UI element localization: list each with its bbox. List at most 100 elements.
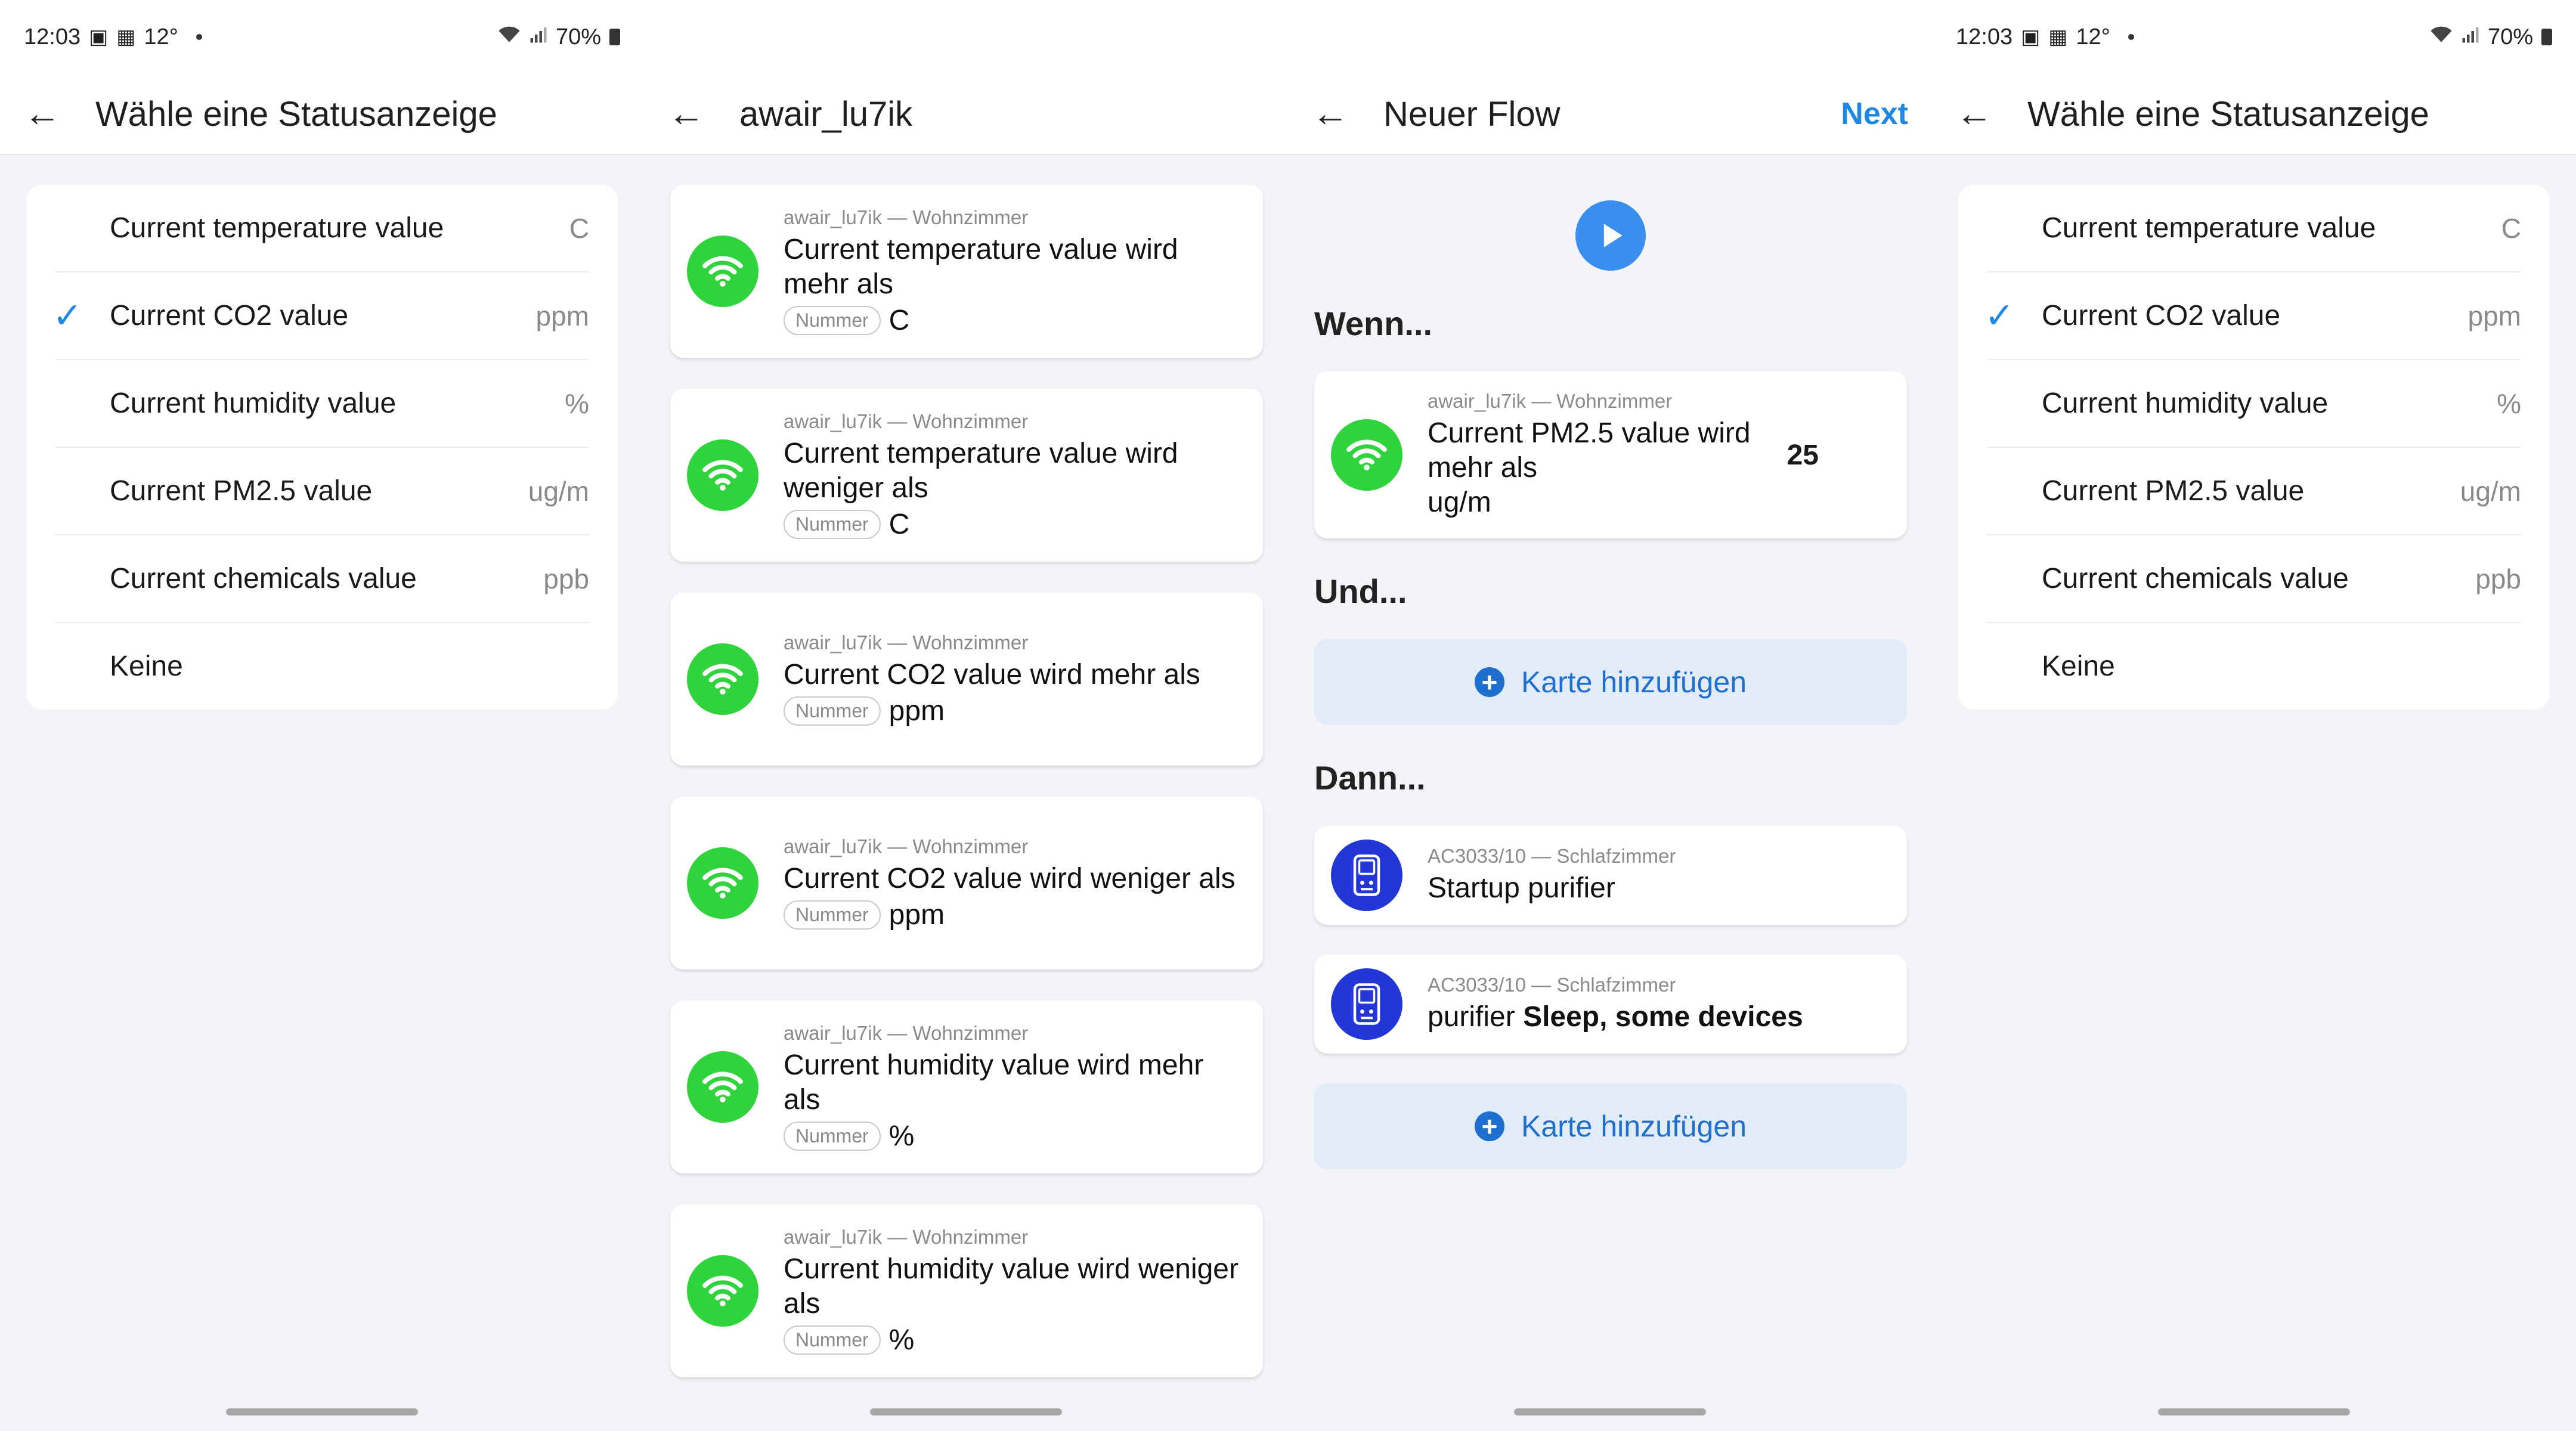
number-pill: Nummer — [784, 696, 881, 726]
page-title: Wähle eine Statusanzeige — [2027, 94, 2429, 134]
status-option[interactable]: Current PM2.5 value ug/m — [55, 448, 589, 535]
trigger-card[interactable]: awair_lu7ik — Wohnzimmer Current humidity… — [670, 1204, 1263, 1377]
home-indicator[interactable] — [1514, 1408, 1706, 1415]
plus-icon: + — [1474, 1111, 1504, 1141]
play-button[interactable] — [1575, 200, 1646, 271]
status-option[interactable]: Keine — [55, 623, 589, 710]
app-bar: ← awair_lu7ik — [644, 74, 1288, 155]
temperature: 12° — [2076, 24, 2110, 49]
card-device-meta: awair_lu7ik — Wohnzimmer — [784, 1021, 1029, 1044]
temperature: 12° — [144, 24, 178, 49]
when-card[interactable]: awair_lu7ik — Wohnzimmer Current PM2.5 v… — [1314, 371, 1907, 538]
trigger-card[interactable]: awair_lu7ik — Wohnzimmer Current CO2 valu… — [670, 593, 1263, 766]
trigger-card-body: awair_lu7ik — Wohnzimmer Current humidity… — [784, 1022, 1246, 1153]
back-arrow-icon[interactable]: ← — [24, 95, 72, 132]
page-title: awair_lu7ik — [739, 94, 913, 134]
status-option-label: Current CO2 value — [110, 300, 349, 332]
card-footer: Nummer ppm — [784, 899, 1246, 931]
card-unit: C — [888, 508, 910, 540]
status-option-label: Keine — [110, 651, 183, 682]
card-trigger-name: Current PM2.5 value wird mehr als — [1428, 417, 1751, 484]
battery-icon — [609, 29, 620, 45]
clock: 12:03 — [1956, 24, 2013, 49]
trigger-card[interactable]: awair_lu7ik — Wohnzimmer Current CO2 valu… — [670, 797, 1263, 970]
trigger-card-body: awair_lu7ik — Wohnzimmer Current temperat… — [784, 410, 1246, 541]
status-bar: 12:03 ▣ ▦ 12° 70% — [1932, 0, 2576, 74]
card-action-name: Startup purifier — [1428, 871, 1890, 906]
then-action-card[interactable]: AC3033/10 — Schlafzimmer Startup purifier — [1314, 826, 1907, 925]
card-unit: % — [888, 1120, 915, 1152]
gallery-icon: ▣ — [2021, 26, 2041, 48]
status-option[interactable]: Current temperature value C — [55, 185, 589, 272]
status-option[interactable]: Keine — [1987, 623, 2521, 710]
page-title: Wähle eine Statusanzeige — [95, 94, 497, 134]
status-option-label: Current CO2 value — [2042, 300, 2281, 332]
status-option-unit: % — [565, 388, 589, 419]
trigger-card-body: awair_lu7ik — Wohnzimmer Current CO2 valu… — [784, 835, 1246, 931]
status-option[interactable]: Current PM2.5 value ug/m — [1987, 448, 2521, 535]
card-device-meta: awair_lu7ik — Wohnzimmer — [784, 410, 1029, 432]
teams-icon: ▦ — [2048, 26, 2068, 48]
status-option[interactable]: Current chemicals value ppb — [1987, 535, 2521, 623]
wifi-icon — [687, 643, 758, 715]
action-name-plain: Startup purifier — [1428, 872, 1615, 904]
number-pill: Nummer — [784, 900, 881, 930]
add-action-card-button[interactable]: + Karte hinzufügen — [1314, 1083, 1907, 1169]
then-action-card[interactable]: AC3033/10 — Schlafzimmer purifier Sleep, … — [1314, 955, 1907, 1054]
card-device-meta: AC3033/10 — Schlafzimmer — [1428, 845, 1676, 867]
status-option-list: Current temperature value C ✓ Current CO2 v… — [1958, 185, 2550, 710]
trigger-card-body: awair_lu7ik — Wohnzimmer Current humidity… — [784, 1226, 1246, 1356]
number-pill: Nummer — [784, 1325, 881, 1355]
then-section-label: Dann... — [1314, 759, 1426, 797]
plus-icon: + — [1474, 667, 1504, 697]
status-option[interactable]: Current humidity value% — [1987, 360, 2521, 448]
status-option-unit: C — [569, 212, 589, 244]
battery-percent: 70% — [2487, 24, 2533, 49]
status-option[interactable]: Current chemicals value ppb — [55, 535, 589, 623]
screen-new-flow: ← Neuer Flow Next Wenn... awair_lu7ik — … — [1288, 0, 1932, 1431]
trigger-card[interactable]: awair_lu7ik — Wohnzimmer Current temperat… — [670, 185, 1263, 358]
wifi-icon — [687, 1051, 758, 1123]
next-button[interactable]: Next — [1841, 96, 1908, 132]
air-purifier-icon — [1331, 840, 1402, 911]
home-indicator[interactable] — [226, 1408, 418, 1415]
status-option[interactable]: ✓ Current CO2 value ppm — [52, 272, 589, 360]
gallery-icon: ▣ — [89, 26, 109, 48]
card-footer: Nummer% — [784, 1120, 1246, 1153]
card-device-meta: awair_lu7ik — Wohnzimmer — [784, 835, 1029, 857]
trigger-card[interactable]: awair_lu7ik — Wohnzimmer Current temperat… — [670, 389, 1263, 562]
trigger-card-body: awair_lu7ik — Wohnzimmer Current temperat… — [784, 206, 1246, 337]
add-condition-card-button[interactable]: + Karte hinzufügen — [1314, 639, 1907, 725]
card-unit: ppm — [888, 695, 945, 727]
card-unit: ug/m — [1428, 487, 1491, 518]
add-card-label: Karte hinzufügen — [1521, 665, 1747, 699]
notification-dot-icon — [196, 34, 202, 40]
card-device-meta: AC3033/10 — Schlafzimmer — [1428, 974, 1676, 996]
card-footer: Nummer ppm — [784, 695, 1246, 727]
card-trigger-name: Current temperature value wird weniger a… — [784, 437, 1178, 504]
back-arrow-icon[interactable]: ← — [668, 95, 716, 132]
back-arrow-icon[interactable]: ← — [1312, 95, 1360, 132]
card-unit: C — [888, 304, 910, 336]
status-option[interactable]: ✓ Current CO2 value ppm — [1984, 272, 2521, 360]
status-option-label: Current chemicals value — [110, 563, 417, 594]
flow-editor: Wenn... awair_lu7ik — Wohnzimmer Current… — [1288, 200, 1932, 1169]
home-indicator[interactable] — [2158, 1408, 2350, 1415]
status-option-unit: ug/m — [528, 475, 589, 507]
air-purifier-icon — [1331, 968, 1402, 1040]
card-footer: Nummer C — [784, 304, 1246, 337]
wifi-status-icon — [497, 25, 521, 49]
wifi-icon — [687, 439, 758, 511]
status-option[interactable]: Current humidity value% — [55, 360, 589, 448]
back-arrow-icon[interactable]: ← — [1956, 95, 2004, 132]
status-option-label: Current PM2.5 value — [2042, 475, 2305, 507]
add-card-label: Karte hinzufügen — [1521, 1110, 1747, 1143]
app-bar: ← Wähle eine Statusanzeige — [1932, 74, 2576, 155]
home-indicator[interactable] — [870, 1408, 1062, 1415]
status-option[interactable]: Current temperature value C — [1987, 185, 2521, 272]
card-footer: Nummer C — [784, 508, 1246, 541]
status-option-unit: ppm — [2467, 300, 2521, 332]
wifi-icon — [687, 1255, 758, 1327]
status-option-label: Keine — [2042, 651, 2115, 682]
trigger-card[interactable]: awair_lu7ik — Wohnzimmer Current humidity… — [670, 1001, 1263, 1173]
